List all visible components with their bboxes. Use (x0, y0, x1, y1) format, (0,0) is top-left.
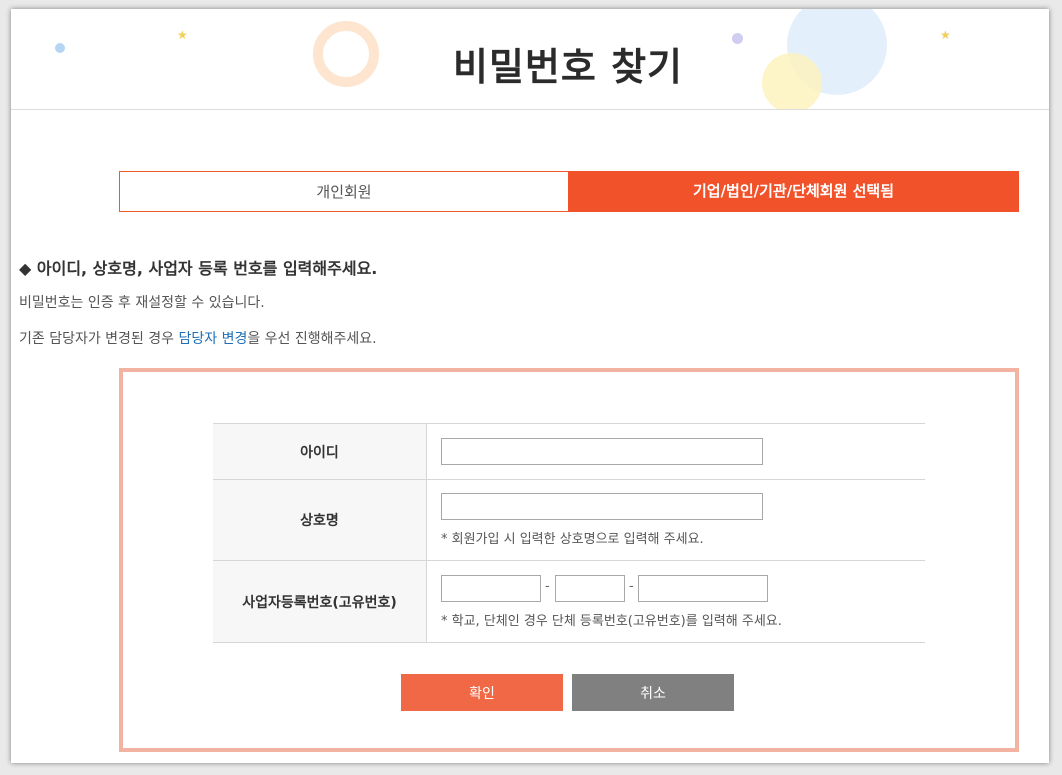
business-number-part2-input[interactable] (555, 575, 625, 602)
id-label: 아이디 (213, 424, 427, 479)
form-row-company: 상호명 * 회원가입 시 입력한 상호명으로 입력해 주세요. (213, 480, 925, 561)
form-table: 아이디 상호명 * 회원가입 시 입력한 상호명으로 입력해 주세요. 사업자등… (213, 423, 925, 643)
cancel-button[interactable]: 취소 (572, 674, 734, 711)
business-number-label: 사업자등록번호(고유번호) (213, 561, 427, 642)
id-input[interactable] (441, 438, 763, 465)
member-type-tabs: 개인회원 기업/법인/기관/단체회원 선택됨 (119, 171, 1019, 212)
notice-prefix: 기존 담당자가 변경된 경우 (19, 331, 179, 347)
business-number-part3-input[interactable] (638, 575, 768, 602)
company-name-input[interactable] (441, 493, 763, 520)
form-row-id: 아이디 (213, 424, 925, 480)
tab-corporate-member[interactable]: 기업/법인/기관/단체회원 선택됨 (568, 171, 1019, 212)
business-number-hint: * 학교, 단체인 경우 단체 등록번호(고유번호)를 입력해 주세요. (441, 614, 782, 629)
company-name-label: 상호명 (213, 480, 427, 560)
form-row-business-number: 사업자등록번호(고유번호) - - * 학교, 단체인 경우 단체 등록번호(고… (213, 561, 925, 643)
manager-change-notice: 기존 담당자가 변경된 경우 담당자 변경을 우선 진행해주세요. (19, 328, 377, 348)
manager-change-link[interactable]: 담당자 변경 (178, 331, 247, 347)
page-window: ★ ★ 비밀번호 찾기 개인회원 기업/법인/기관/단체회원 선택됨 ◆ 아이디… (11, 9, 1049, 763)
page-header: ★ ★ 비밀번호 찾기 (11, 9, 1049, 110)
tab-personal-member[interactable]: 개인회원 (119, 171, 569, 212)
company-name-hint: * 회원가입 시 입력한 상호명으로 입력해 주세요. (441, 532, 704, 547)
notice-suffix: 을 우선 진행해주세요. (247, 331, 377, 347)
find-password-form: 아이디 상호명 * 회원가입 시 입력한 상호명으로 입력해 주세요. 사업자등… (119, 368, 1019, 752)
page-title: 비밀번호 찾기 (453, 45, 683, 89)
business-number-part1-input[interactable] (441, 575, 541, 602)
business-number-separator: - (545, 579, 550, 594)
instruction-text: 비밀번호는 인증 후 재설정할 수 있습니다. (19, 295, 265, 311)
business-number-separator: - (629, 579, 634, 594)
instruction-heading: ◆ 아이디, 상호명, 사업자 등록 번호를 입력해주세요. (19, 259, 378, 278)
confirm-button[interactable]: 확인 (401, 674, 563, 711)
